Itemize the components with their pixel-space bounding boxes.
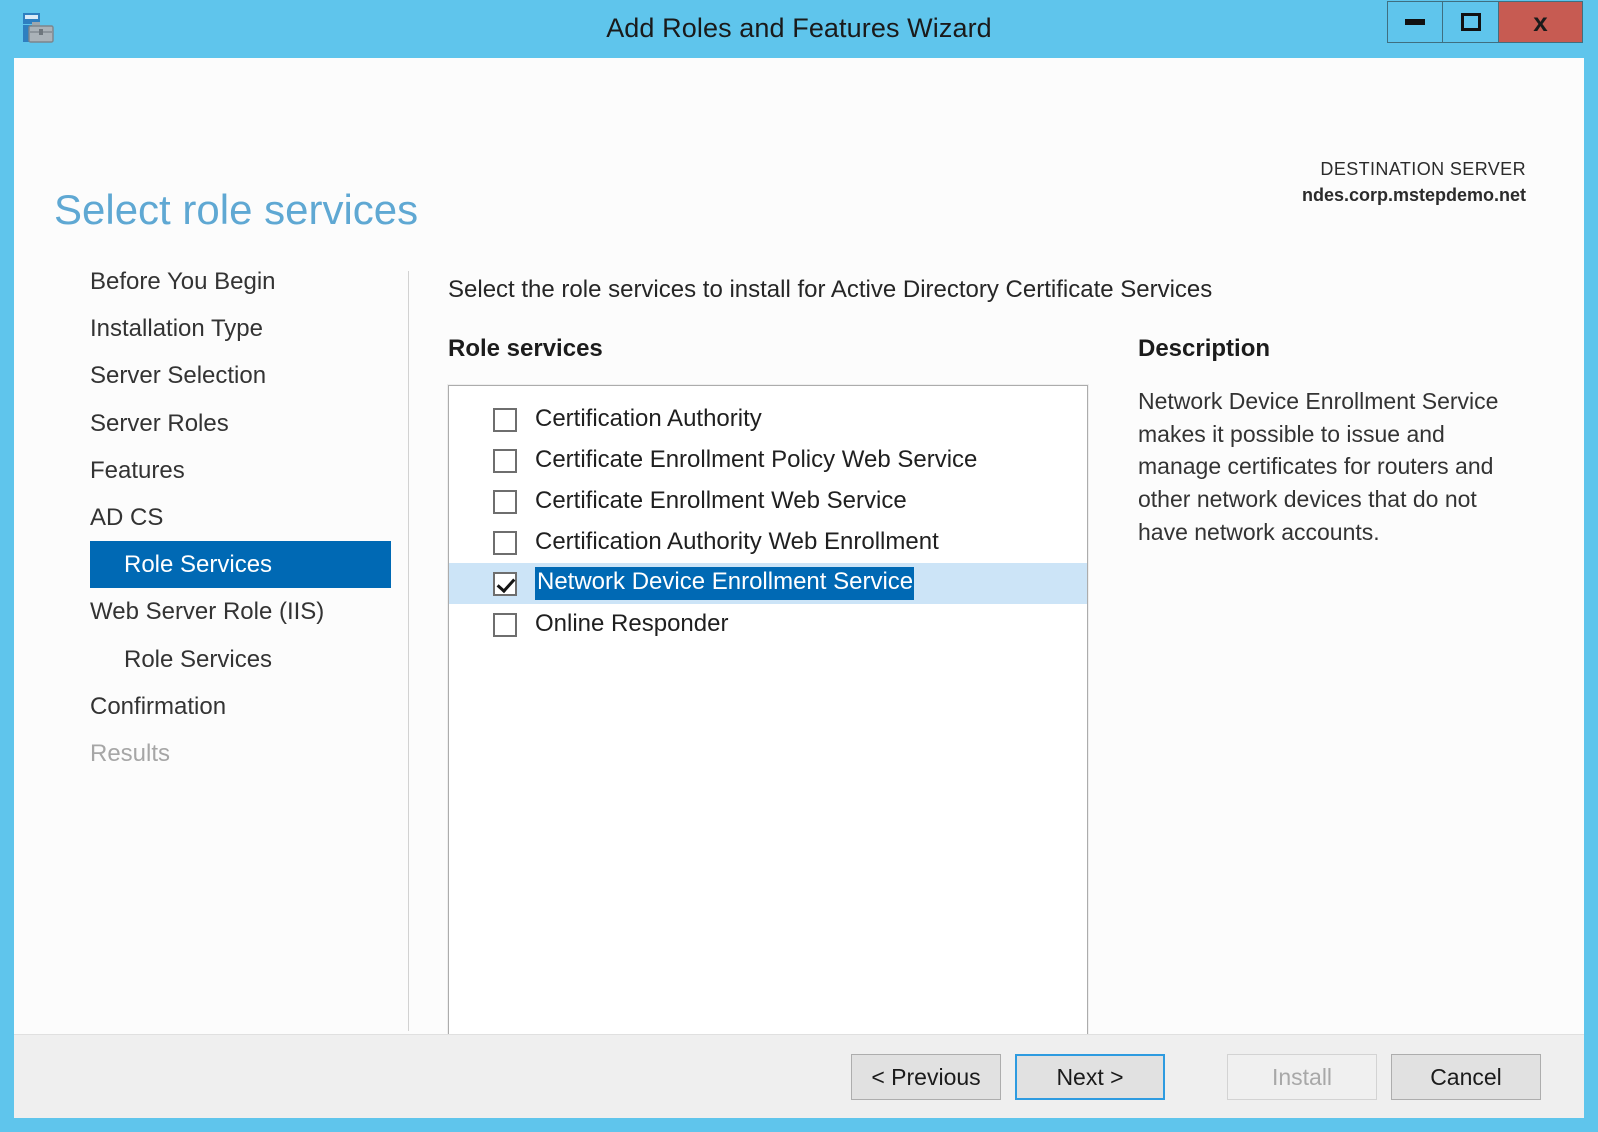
window-controls: x [1387, 1, 1583, 43]
role-service-label: Network Device Enrollment Service [535, 567, 914, 600]
role-service-label: Certification Authority Web Enrollment [535, 528, 939, 557]
role-service-row[interactable]: Network Device Enrollment Service [449, 563, 1087, 604]
checkbox-unchecked-icon[interactable] [493, 613, 517, 637]
wizard-panel: Select role services DESTINATION SERVER … [14, 58, 1584, 1118]
wizard-button-row: < Previous Next > Install Cancel [851, 1054, 1541, 1100]
sidebar-item-before-you-begin[interactable]: Before You Begin [14, 258, 394, 305]
minimize-icon [1405, 19, 1425, 25]
role-service-label: Certificate Enrollment Policy Web Servic… [535, 446, 977, 475]
role-service-row[interactable]: Online Responder [449, 604, 1087, 645]
close-icon: x [1533, 9, 1547, 35]
close-button[interactable]: x [1499, 1, 1583, 43]
cancel-button[interactable]: Cancel [1391, 1054, 1541, 1100]
maximize-icon [1461, 13, 1481, 31]
wizard-footer: < Previous Next > Install Cancel [14, 1034, 1584, 1118]
previous-button[interactable]: < Previous [851, 1054, 1001, 1100]
checkbox-unchecked-icon[interactable] [493, 449, 517, 473]
destination-server-name: ndes.corp.mstepdemo.net [1302, 182, 1526, 208]
sidebar-item-role-services[interactable]: Role Services [90, 541, 391, 588]
checkbox-unchecked-icon[interactable] [493, 531, 517, 555]
description-text: Network Device Enrollment Service makes … [1138, 385, 1523, 548]
role-service-row[interactable]: Certification Authority [449, 399, 1087, 440]
instruction-text: Select the role services to install for … [448, 276, 1212, 304]
wizard-window: Add Roles and Features Wizard x Select r… [0, 0, 1598, 1132]
role-service-row[interactable]: Certification Authority Web Enrollment [449, 522, 1087, 563]
role-service-label: Online Responder [535, 610, 728, 639]
sidebar-item-installation-type[interactable]: Installation Type [14, 305, 394, 352]
role-service-label: Certification Authority [535, 405, 762, 434]
maximize-button[interactable] [1443, 1, 1499, 43]
checkbox-unchecked-icon[interactable] [493, 408, 517, 432]
checkbox-unchecked-icon[interactable] [493, 490, 517, 514]
window-title: Add Roles and Features Wizard [14, 13, 1584, 44]
wizard-step-nav: Before You BeginInstallation TypeServer … [14, 258, 394, 777]
role-service-row[interactable]: Certificate Enrollment Web Service [449, 481, 1087, 522]
sidebar-item-server-roles[interactable]: Server Roles [14, 400, 394, 447]
title-bar: Add Roles and Features Wizard x [14, 0, 1584, 58]
destination-server-block: DESTINATION SERVER ndes.corp.mstepdemo.n… [1302, 156, 1526, 208]
role-services-heading: Role services [448, 335, 603, 363]
next-button[interactable]: Next > [1015, 1054, 1165, 1100]
install-button: Install [1227, 1054, 1377, 1100]
sidebar-item-role-services[interactable]: Role Services [14, 636, 394, 683]
sidebar-item-server-selection[interactable]: Server Selection [14, 352, 394, 399]
destination-server-label: DESTINATION SERVER [1302, 156, 1526, 182]
sidebar-item-ad-cs[interactable]: AD CS [14, 494, 394, 541]
sidebar-item-web-server-role-iis[interactable]: Web Server Role (IIS) [14, 588, 394, 635]
role-service-label: Certificate Enrollment Web Service [535, 487, 907, 516]
page-title: Select role services [54, 186, 418, 234]
role-service-row[interactable]: Certificate Enrollment Policy Web Servic… [449, 440, 1087, 481]
description-heading: Description [1138, 335, 1270, 363]
sidebar-divider [408, 271, 409, 1031]
sidebar-item-results: Results [14, 730, 394, 777]
sidebar-item-confirmation[interactable]: Confirmation [14, 683, 394, 730]
sidebar-item-features[interactable]: Features [14, 447, 394, 494]
role-services-listbox[interactable]: Certification Authority Certificate Enrol… [448, 385, 1088, 1043]
checkbox-checked-icon[interactable] [493, 572, 517, 596]
minimize-button[interactable] [1387, 1, 1443, 43]
